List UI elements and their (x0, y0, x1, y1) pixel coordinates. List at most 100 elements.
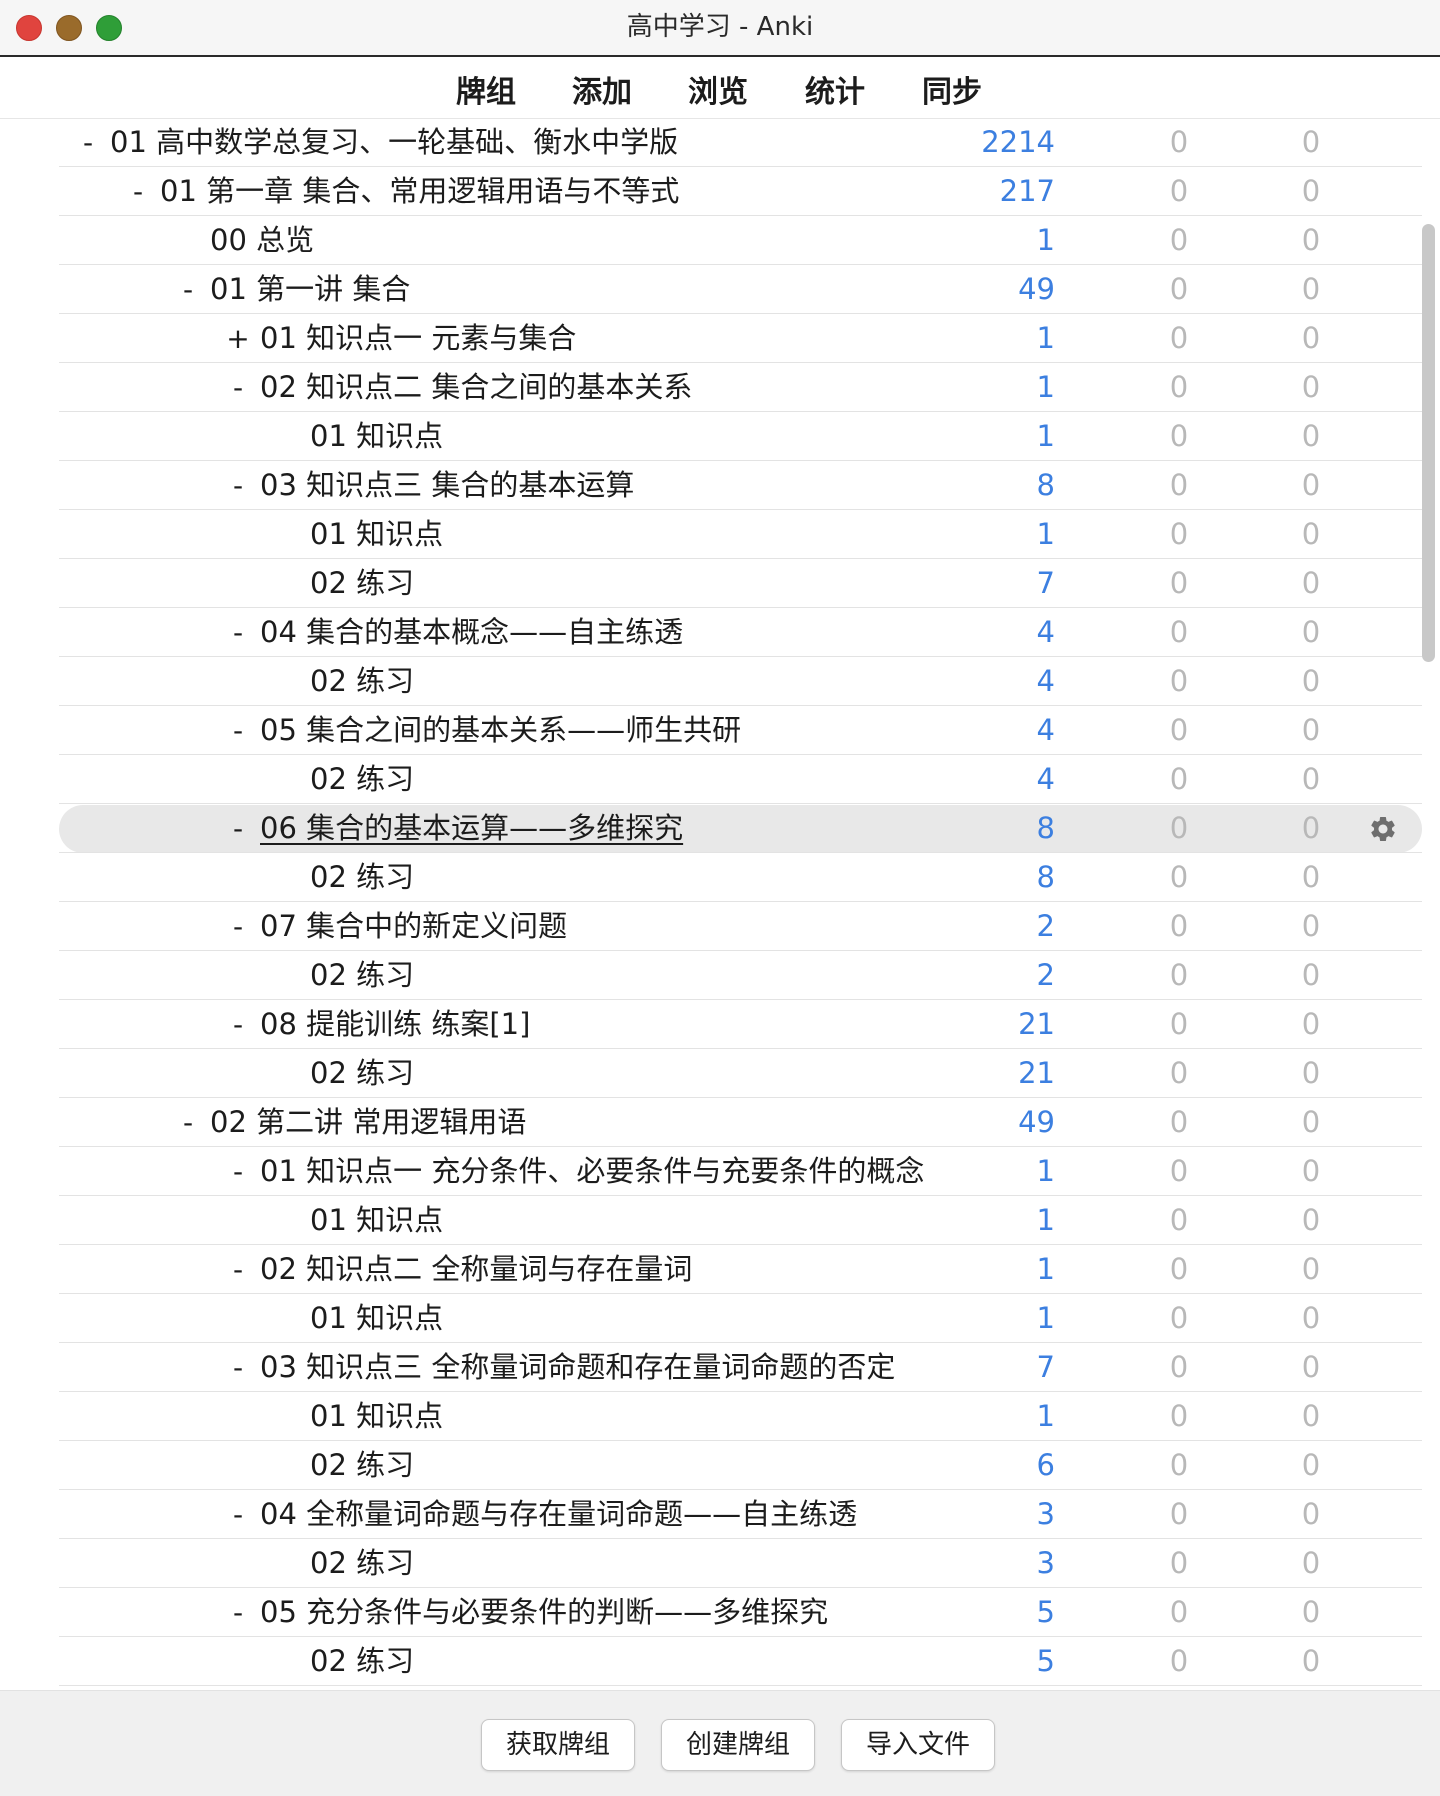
deck-name[interactable]: 02 练习 (310, 1049, 414, 1098)
deck-row[interactable]: -01 第一章 集合、常用逻辑用语与不等式 217 0 0 (0, 167, 1440, 216)
collapse-toggle[interactable]: - (226, 363, 250, 412)
collapse-toggle[interactable]: - (176, 1098, 200, 1147)
learn-count: 0 (1169, 762, 1189, 796)
deck-row[interactable]: 02 练习 21 0 0 (0, 1049, 1440, 1098)
collapse-toggle[interactable]: - (226, 1245, 250, 1294)
deck-row[interactable]: -03 知识点三 集合的基本运算 8 0 0 (0, 461, 1440, 510)
new-count: 0 (1301, 713, 1321, 747)
deck-row[interactable]: -05 充分条件与必要条件的判断——多维探究 5 0 0 (0, 1588, 1440, 1637)
deck-row[interactable]: -01 高中数学总复习、一轮基础、衡水中学版 2214 0 0 (0, 118, 1440, 167)
deck-name[interactable]: 01 知识点一 元素与集合 (260, 314, 576, 363)
import-file-button[interactable]: 导入文件 (841, 1719, 995, 1771)
deck-row[interactable]: -05 集合之间的基本关系——师生共研 4 0 0 (0, 706, 1440, 755)
deck-row[interactable]: 02 练习 5 0 0 (0, 1637, 1440, 1686)
deck-name[interactable]: 08 提能训练 练案[1] (260, 1000, 530, 1049)
deck-list-scrollbar[interactable] (1422, 224, 1435, 662)
deck-row[interactable]: 00 总览 1 0 0 (0, 216, 1440, 265)
deck-row[interactable]: 01 知识点 1 0 0 (0, 1196, 1440, 1245)
collapse-toggle[interactable]: - (226, 902, 250, 951)
deck-row[interactable]: -08 提能训练 练案[1] 21 0 0 (0, 1000, 1440, 1049)
create-deck-button[interactable]: 创建牌组 (661, 1719, 815, 1771)
deck-name[interactable]: 02 知识点二 集合之间的基本关系 (260, 363, 692, 412)
deck-name[interactable]: 00 总览 (210, 216, 314, 265)
deck-name[interactable]: 02 练习 (310, 951, 414, 1000)
collapse-toggle[interactable]: - (126, 167, 150, 216)
deck-row[interactable]: -06 集合的基本运算——多维探究 8 0 0 (0, 804, 1440, 853)
deck-name[interactable]: 01 知识点 (310, 1392, 443, 1441)
deck-name[interactable]: 05 充分条件与必要条件的判断——多维探究 (260, 1588, 828, 1637)
deck-name[interactable]: 02 练习 (310, 755, 414, 804)
deck-row[interactable]: 01 知识点 1 0 0 (0, 510, 1440, 559)
deck-row[interactable]: -02 第二讲 常用逻辑用语 49 0 0 (0, 1098, 1440, 1147)
deck-row[interactable]: 02 练习 3 0 0 (0, 1539, 1440, 1588)
deck-name[interactable]: 01 第一讲 集合 (210, 265, 410, 314)
deck-name[interactable]: 02 练习 (310, 1539, 414, 1588)
deck-name[interactable]: 02 第二讲 常用逻辑用语 (210, 1098, 526, 1147)
deck-name[interactable]: 02 练习 (310, 1637, 414, 1686)
learn-count: 0 (1169, 1644, 1189, 1678)
deck-row[interactable]: 02 练习 6 0 0 (0, 1441, 1440, 1490)
deck-name[interactable]: 01 知识点 (310, 412, 443, 461)
deck-name[interactable]: 01 知识点 (310, 510, 443, 559)
deck-name[interactable]: 01 第一章 集合、常用逻辑用语与不等式 (160, 167, 679, 216)
new-count: 0 (1301, 1154, 1321, 1188)
deck-row[interactable]: 01 知识点 1 0 0 (0, 1392, 1440, 1441)
deck-row[interactable]: 01 知识点 1 0 0 (0, 1294, 1440, 1343)
gear-icon[interactable] (1368, 814, 1398, 844)
collapse-toggle[interactable]: - (226, 1343, 250, 1392)
deck-name[interactable]: 01 知识点 (310, 1294, 443, 1343)
collapse-toggle[interactable]: - (226, 461, 250, 510)
deck-name[interactable]: 01 知识点 (310, 1196, 443, 1245)
deck-name[interactable]: 05 集合之间的基本关系——师生共研 (260, 706, 741, 755)
toolbar-browse[interactable]: 浏览 (688, 67, 748, 111)
due-count: 7 (1036, 1350, 1055, 1384)
deck-row[interactable]: -03 知识点三 全称量词命题和存在量词命题的否定 7 0 0 (0, 1343, 1440, 1392)
due-count: 49 (1018, 272, 1055, 306)
deck-row[interactable]: 02 练习 4 0 0 (0, 657, 1440, 706)
deck-row[interactable]: -01 第一讲 集合 49 0 0 (0, 265, 1440, 314)
due-count: 3 (1036, 1546, 1055, 1580)
deck-name[interactable]: 02 练习 (310, 853, 414, 902)
collapse-toggle[interactable]: - (226, 1490, 250, 1539)
deck-name[interactable]: 01 高中数学总复习、一轮基础、衡水中学版 (110, 118, 678, 167)
toolbar-add[interactable]: 添加 (572, 67, 632, 111)
deck-name[interactable]: 02 练习 (310, 1441, 414, 1490)
deck-name[interactable]: 02 知识点二 全称量词与存在量词 (260, 1245, 692, 1294)
deck-row[interactable]: 02 练习 8 0 0 (0, 853, 1440, 902)
deck-row[interactable]: 02 练习 4 0 0 (0, 755, 1440, 804)
toolbar-stats[interactable]: 统计 (805, 67, 865, 111)
learn-count: 0 (1169, 370, 1189, 404)
deck-row[interactable]: -01 知识点一 充分条件、必要条件与充要条件的概念 1 0 0 (0, 1147, 1440, 1196)
deck-row[interactable]: -07 集合中的新定义问题 2 0 0 (0, 902, 1440, 951)
toolbar-decks[interactable]: 牌组 (456, 67, 516, 111)
toolbar-sync[interactable]: 同步 (922, 67, 982, 111)
collapse-toggle[interactable]: - (226, 1147, 250, 1196)
deck-name[interactable]: 06 集合的基本运算——多维探究 (260, 804, 683, 853)
deck-row[interactable]: 02 练习 2 0 0 (0, 951, 1440, 1000)
deck-name[interactable]: 01 知识点一 充分条件、必要条件与充要条件的概念 (260, 1147, 924, 1196)
deck-row[interactable]: +01 知识点一 元素与集合 1 0 0 (0, 314, 1440, 363)
deck-name[interactable]: 07 集合中的新定义问题 (260, 902, 567, 951)
deck-name[interactable]: 03 知识点三 集合的基本运算 (260, 461, 634, 510)
deck-name[interactable]: 04 全称量词命题与存在量词命题——自主练透 (260, 1490, 857, 1539)
deck-row[interactable]: -04 集合的基本概念——自主练透 4 0 0 (0, 608, 1440, 657)
deck-name[interactable]: 02 练习 (310, 559, 414, 608)
collapse-toggle[interactable]: - (226, 1000, 250, 1049)
expand-toggle[interactable]: + (226, 314, 250, 363)
collapse-toggle[interactable]: - (226, 706, 250, 755)
deck-name[interactable]: 03 知识点三 全称量词命题和存在量词命题的否定 (260, 1343, 895, 1392)
deck-name[interactable]: 02 练习 (310, 657, 414, 706)
deck-row[interactable]: -02 知识点二 全称量词与存在量词 1 0 0 (0, 1245, 1440, 1294)
new-count: 0 (1301, 1644, 1321, 1678)
collapse-toggle[interactable]: - (226, 1588, 250, 1637)
deck-row[interactable]: -04 全称量词命题与存在量词命题——自主练透 3 0 0 (0, 1490, 1440, 1539)
deck-name[interactable]: 04 集合的基本概念——自主练透 (260, 608, 683, 657)
get-shared-button[interactable]: 获取牌组 (481, 1719, 635, 1771)
deck-row[interactable]: 02 练习 7 0 0 (0, 559, 1440, 608)
collapse-toggle[interactable]: - (226, 608, 250, 657)
collapse-toggle[interactable]: - (176, 265, 200, 314)
deck-row[interactable]: -02 知识点二 集合之间的基本关系 1 0 0 (0, 363, 1440, 412)
collapse-toggle[interactable]: - (226, 804, 250, 853)
collapse-toggle[interactable]: - (76, 118, 100, 167)
deck-row[interactable]: 01 知识点 1 0 0 (0, 412, 1440, 461)
